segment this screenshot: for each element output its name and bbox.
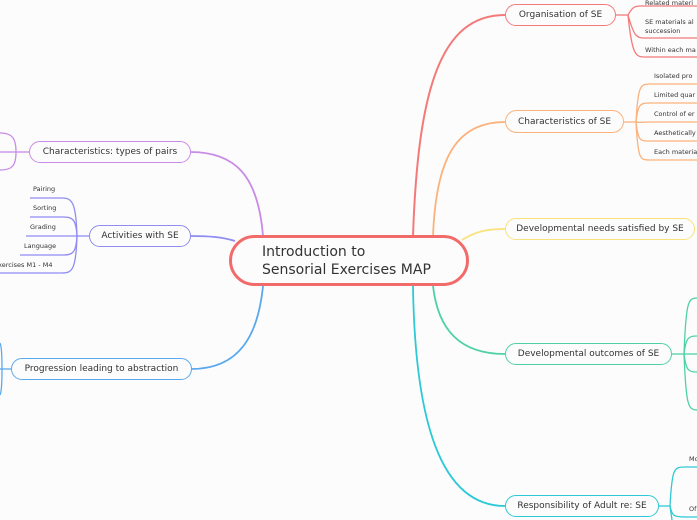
- leaf-sorting[interactable]: Sorting: [33, 204, 56, 213]
- topic-progression-to-abstraction[interactable]: Progression leading to abstraction: [11, 358, 192, 380]
- leaf-pairing[interactable]: Pairing: [33, 185, 55, 194]
- topic-developmental-needs[interactable]: Developmental needs satisfied by SE: [505, 218, 695, 240]
- leaf-each-material[interactable]: Each materia: [654, 148, 697, 157]
- link-progression: [190, 285, 264, 370]
- topic-responsibility-of-adult[interactable]: Responsibility of Adult re: SE: [505, 495, 659, 517]
- link-outcomes: [432, 285, 506, 355]
- outcomes-subtree: [672, 297, 697, 411]
- link-types-of-pairs: [189, 151, 264, 237]
- leaf-responsibility-of[interactable]: Of: [689, 505, 696, 514]
- leaf-isolated-property[interactable]: Isolated pro: [654, 72, 692, 81]
- leaf-succession: succession: [645, 27, 681, 35]
- topic-label: Organisation of SE: [518, 10, 603, 20]
- types-of-pairs-subtree: [0, 132, 29, 171]
- link-characteristics: [432, 121, 506, 237]
- topic-activities-with-se[interactable]: Activities with SE: [89, 225, 191, 247]
- topic-label: Developmental needs satisfied by SE: [516, 224, 684, 234]
- link-responsibility: [412, 285, 506, 507]
- leaf-language[interactable]: Language: [24, 242, 56, 251]
- central-title-line2: Sensorial Exercises MAP: [262, 261, 431, 278]
- topic-label: Developmental outcomes of SE: [517, 349, 660, 359]
- leaf-within-each-material[interactable]: Within each ma: [645, 46, 696, 55]
- leaf-aesthetically[interactable]: Aesthetically: [654, 129, 696, 138]
- central-topic[interactable]: Introduction to Sensorial Exercises MAP: [229, 235, 469, 286]
- central-title-line1: Introduction to: [262, 243, 366, 260]
- leaf-se-materials[interactable]: SE materials al: [645, 18, 694, 27]
- link-activities: [189, 235, 236, 242]
- topic-label: Responsibility of Adult re: SE: [517, 501, 647, 511]
- topic-types-of-pairs[interactable]: Characteristics: types of pairs: [29, 141, 191, 163]
- topic-label: Characteristics of SE: [517, 116, 612, 127]
- topic-organisation[interactable]: Organisation of SE: [505, 4, 616, 26]
- leaf-limited-quantity[interactable]: Limited quar: [654, 91, 695, 100]
- topic-label: Characteristics: types of pairs: [42, 147, 178, 157]
- topic-characteristics[interactable]: Characteristics of SE: [505, 110, 624, 133]
- topic-developmental-outcomes[interactable]: Developmental outcomes of SE: [505, 343, 672, 365]
- topic-label: Progression leading to abstraction: [24, 364, 179, 374]
- leaf-exercises-m1-m4[interactable]: Exercises M1 - M4: [0, 261, 52, 270]
- topic-label: Activities with SE: [101, 231, 179, 241]
- leaf-grading[interactable]: Grading: [30, 223, 56, 232]
- leaf-control-of-error[interactable]: Control of er: [654, 110, 695, 119]
- progression-subtree: [0, 342, 11, 396]
- link-organisation: [412, 14, 506, 237]
- link-needs: [461, 228, 506, 241]
- leaf-related-materials[interactable]: Related materi: [645, 0, 693, 8]
- leaf-responsibility-mo[interactable]: Mo: [689, 455, 697, 464]
